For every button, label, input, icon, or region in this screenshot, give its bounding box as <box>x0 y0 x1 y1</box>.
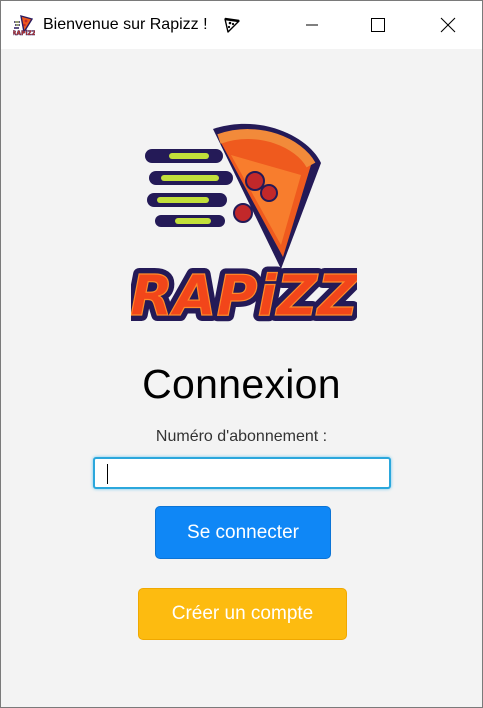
minimize-button[interactable] <box>281 1 343 49</box>
page-title: Connexion <box>142 361 341 407</box>
login-panel: RAPiZZ RAPiZZ Connexion Numéro d'abonnem… <box>1 49 482 707</box>
create-account-button[interactable]: Créer un compte <box>138 588 347 640</box>
rapizz-logo: RAPiZZ RAPiZZ <box>131 123 357 335</box>
speed-lines-icon <box>145 149 233 227</box>
text-caret <box>107 464 108 484</box>
subscription-number-input[interactable] <box>93 457 391 489</box>
svg-text:RAPiZZ: RAPiZZ <box>13 30 35 36</box>
title-bar[interactable]: RAPiZZ Bienvenue sur Rapizz ! <box>1 1 482 49</box>
maximize-button[interactable] <box>347 1 409 49</box>
maximize-icon <box>371 18 385 32</box>
window-title: Bienvenue sur Rapizz ! <box>43 16 208 33</box>
svg-text:RAPiZZ: RAPiZZ <box>131 264 357 329</box>
minimize-icon <box>306 24 318 26</box>
close-icon <box>440 17 456 33</box>
pizza-emoji-icon <box>224 17 240 33</box>
pizza-slice-icon <box>213 123 321 270</box>
subscription-number-label: Numéro d'abonnement : <box>155 428 328 445</box>
app-window: RAPiZZ Bienvenue sur Rapizz ! RAPiZZ RAP… <box>0 0 483 708</box>
rapizz-logo-icon: RAPiZZ <box>13 15 35 36</box>
close-button[interactable] <box>417 1 479 49</box>
login-button[interactable]: Se connecter <box>155 506 331 559</box>
